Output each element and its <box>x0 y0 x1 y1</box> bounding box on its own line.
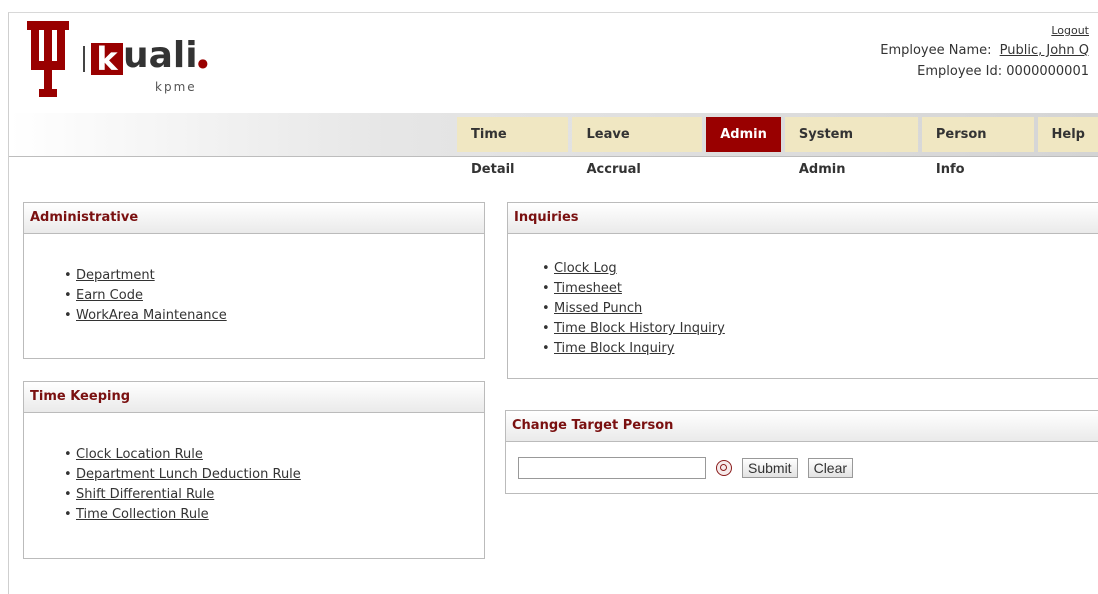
administrative-list: Department Earn Code WorkArea Maintenanc… <box>64 266 484 326</box>
employee-name-label: Employee Name: <box>880 43 992 58</box>
employee-id-label: Employee Id: <box>917 64 1003 79</box>
user-info: Logout Employee Name: Public, John Q Emp… <box>880 24 1089 79</box>
time-keeping-list: Clock Location Rule Department Lunch Ded… <box>64 445 484 525</box>
list-item[interactable]: Shift Differential Rule <box>64 485 484 505</box>
target-person-input[interactable] <box>518 457 706 479</box>
inquiries-list: Clock Log Timesheet Missed Punch Time Bl… <box>542 259 1098 359</box>
employee-name-link[interactable]: Public, John Q <box>1000 43 1089 58</box>
tab-time-detail[interactable]: Time Detail <box>457 117 569 177</box>
list-item[interactable]: Timesheet <box>542 279 1098 299</box>
employee-id-line: Employee Id: 0000000001 <box>880 64 1089 79</box>
submit-button[interactable]: Submit <box>742 458 798 478</box>
clear-button[interactable]: Clear <box>807 458 854 478</box>
lookup-search-icon[interactable] <box>716 460 732 476</box>
list-item[interactable]: Missed Punch <box>542 299 1098 319</box>
tab-leave-accrual[interactable]: Leave Accrual <box>572 117 703 177</box>
list-item[interactable]: Time Block Inquiry <box>542 339 1098 359</box>
iu-trident-icon <box>27 21 69 97</box>
tab-help[interactable]: Help <box>1037 117 1098 152</box>
administrative-panel-title: Administrative <box>24 203 484 234</box>
employee-name-line: Employee Name: Public, John Q <box>880 43 1089 58</box>
list-item[interactable]: Time Collection Rule <box>64 505 484 525</box>
change-target-panel: Change Target Person Submit Clear <box>505 410 1098 494</box>
logo-divider <box>83 46 85 72</box>
change-target-panel-title: Change Target Person <box>506 411 1098 442</box>
administrative-panel: Administrative Department Earn Code Work… <box>23 202 485 359</box>
inquiries-panel: Inquiries Clock Log Timesheet Missed Pun… <box>507 202 1098 379</box>
tab-system-admin[interactable]: System Admin <box>784 117 918 177</box>
change-target-form: Submit Clear <box>518 457 854 479</box>
time-keeping-panel: Time Keeping Clock Location Rule Departm… <box>23 381 485 559</box>
list-item[interactable]: WorkArea Maintenance <box>64 306 484 326</box>
time-keeping-panel-title: Time Keeping <box>24 382 484 413</box>
tab-person-info[interactable]: Person Info <box>921 117 1034 177</box>
header: k uali● kpme Logout Employee Name: Publi… <box>9 13 1098 113</box>
logout-link[interactable]: Logout <box>880 24 1089 37</box>
list-item[interactable]: Department <box>64 266 484 286</box>
list-item[interactable]: Earn Code <box>64 286 484 306</box>
kuali-k-mark: k <box>91 43 123 75</box>
employee-id-value: 0000000001 <box>1006 64 1089 79</box>
kpme-label: kpme <box>155 80 197 94</box>
list-item[interactable]: Clock Location Rule <box>64 445 484 465</box>
inquiries-panel-title: Inquiries <box>508 203 1098 234</box>
tab-admin[interactable]: Admin <box>706 117 781 152</box>
page-frame: k uali● kpme Logout Employee Name: Publi… <box>8 12 1098 594</box>
list-item[interactable]: Department Lunch Deduction Rule <box>64 465 484 485</box>
list-item[interactable]: Time Block History Inquiry <box>542 319 1098 339</box>
list-item[interactable]: Clock Log <box>542 259 1098 279</box>
main-tabs: Time Detail Leave Accrual Admin System A… <box>457 117 1098 177</box>
kuali-wordmark: uali● <box>123 34 209 76</box>
